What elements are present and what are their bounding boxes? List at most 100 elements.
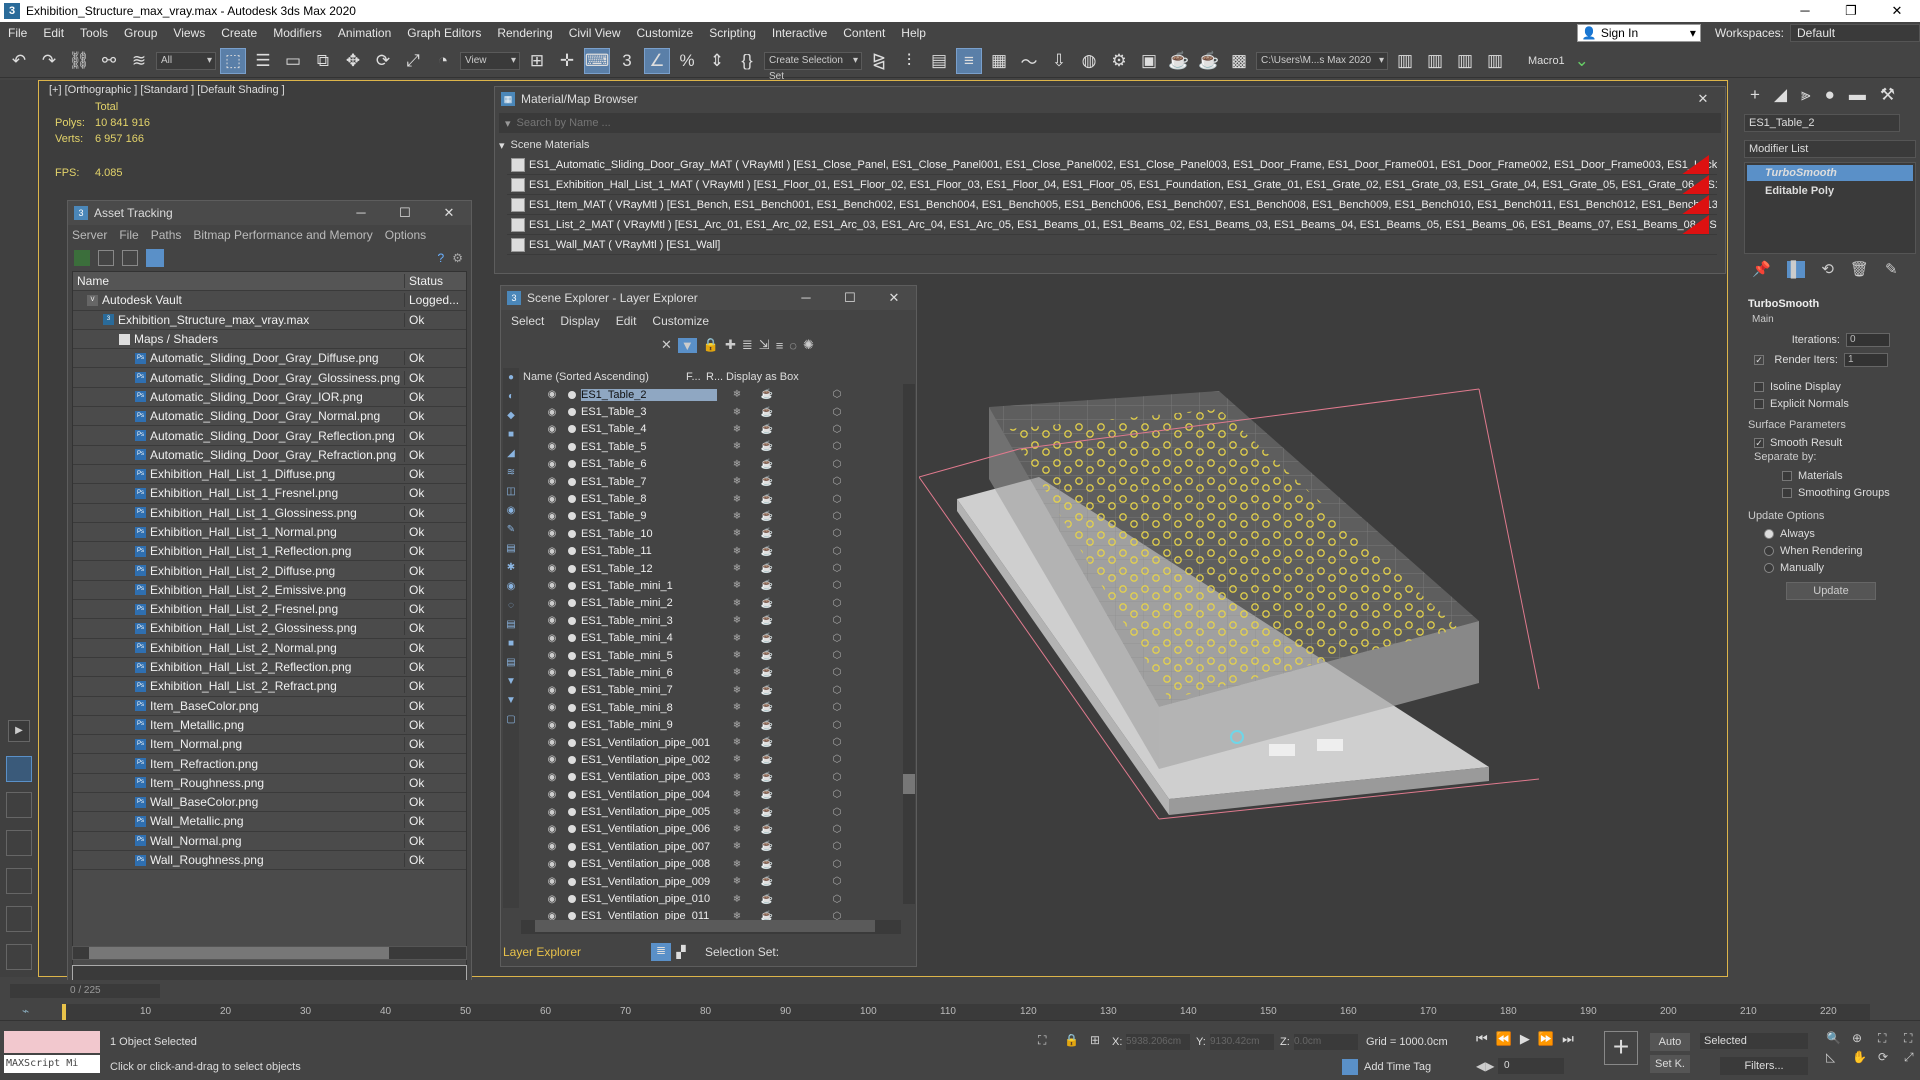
layer-row[interactable]: ◉ ES1_Table_5 ❄ ☕ ⬡ bbox=[541, 438, 897, 455]
isolate-selection-icon[interactable]: ⛶ bbox=[1038, 1033, 1046, 1048]
current-frame-field[interactable]: 0 bbox=[1498, 1058, 1564, 1074]
toggle-scene-explorer-icon[interactable]: ▤ bbox=[926, 48, 952, 74]
scene-explorer-window[interactable]: 3 Scene Explorer - Layer Explorer ─ ☐ ✕ … bbox=[500, 285, 917, 967]
render-teapot-icon[interactable]: ☕ bbox=[757, 789, 777, 800]
object-name-field[interactable]: ES1_Table_2 bbox=[1744, 114, 1900, 132]
play-icon[interactable]: ▶ bbox=[1520, 1031, 1530, 1047]
modifier-turbosmooth[interactable]: TurboSmooth bbox=[1747, 165, 1913, 181]
layer-row[interactable]: ◉ ES1_Ventilation_pipe_008 ❄ ☕ ⬡ bbox=[541, 856, 897, 873]
display-as-box-icon[interactable]: ⬡ bbox=[777, 389, 897, 400]
reference-coord-dropdown[interactable]: View bbox=[460, 51, 520, 70]
close-icon[interactable]: ✕ bbox=[1874, 3, 1920, 19]
lock-icon[interactable]: 🔒 bbox=[703, 337, 719, 353]
table-row[interactable]: Ps Exhibition_Hall_List_2_Glossiness.png O… bbox=[73, 619, 466, 639]
table-row[interactable]: Ps Automatic_Sliding_Door_Gray_Refraction… bbox=[73, 446, 466, 465]
curve-editor-icon[interactable]: 〜 bbox=[1016, 48, 1042, 74]
render-teapot-icon[interactable]: ☕ bbox=[757, 459, 777, 470]
layer-row[interactable]: ◉ ES1_Ventilation_pipe_001 ❄ ☕ ⬡ bbox=[541, 734, 897, 751]
visibility-eye-icon[interactable]: ◉ bbox=[541, 789, 563, 800]
display-as-box-icon[interactable]: ⬡ bbox=[777, 737, 897, 748]
display-as-box-icon[interactable]: ⬡ bbox=[777, 667, 897, 678]
visibility-eye-icon[interactable]: ◉ bbox=[541, 737, 563, 748]
visibility-eye-icon[interactable]: ◉ bbox=[541, 580, 563, 591]
table-row[interactable]: Ps Item_Normal.png Ok bbox=[73, 735, 466, 755]
menu-file[interactable]: File bbox=[0, 26, 35, 40]
display-as-box-icon[interactable]: ⬡ bbox=[777, 615, 897, 626]
rotate-icon[interactable]: ⟳ bbox=[370, 48, 396, 74]
at-menu-file[interactable]: File bbox=[119, 228, 138, 242]
table-row[interactable]: Ps Wall_BaseColor.png Ok bbox=[73, 793, 466, 813]
table-row[interactable]: Ps Exhibition_Hall_List_2_Emissive.png Ok bbox=[73, 581, 466, 601]
orbit-icon[interactable]: ⟳ bbox=[1878, 1050, 1900, 1065]
asset-tracking-window[interactable]: 3 Asset Tracking ─ ☐ ✕ Server File Paths… bbox=[67, 200, 472, 990]
visibility-eye-icon[interactable]: ◉ bbox=[541, 407, 563, 418]
display-as-box-icon[interactable]: ⬡ bbox=[777, 511, 897, 522]
maximize-viewport-icon[interactable]: ⤢ bbox=[1904, 1050, 1920, 1065]
col-name-header[interactable]: Name bbox=[73, 274, 404, 288]
freeze-icon[interactable]: ❄ bbox=[717, 737, 757, 748]
table-row[interactable]: Ps Exhibition_Hall_List_2_Fresnel.png Ok bbox=[73, 600, 466, 620]
freeze-icon[interactable]: ❄ bbox=[717, 441, 757, 452]
table-row[interactable]: Ps Exhibition_Hall_List_2_Reflection.png O… bbox=[73, 658, 466, 678]
render-teapot-icon[interactable]: ☕ bbox=[757, 441, 777, 452]
explicit-normals-checkbox[interactable]: Explicit Normals bbox=[1748, 395, 1920, 412]
link-icon[interactable]: ⛓ bbox=[66, 48, 92, 74]
menu-help[interactable]: Help bbox=[893, 26, 934, 40]
scene-explorer-titlebar[interactable]: 3 Scene Explorer - Layer Explorer ─ ☐ ✕ bbox=[501, 286, 916, 310]
render-teapot-icon[interactable]: ☕ bbox=[757, 476, 777, 487]
menu-tools[interactable]: Tools bbox=[72, 26, 116, 40]
menu-interactive[interactable]: Interactive bbox=[764, 26, 835, 40]
vault-icon[interactable] bbox=[74, 250, 90, 266]
display-as-box-icon[interactable]: ⬡ bbox=[777, 407, 897, 418]
expand-chevron-icon[interactable]: ⌄ bbox=[1569, 48, 1595, 74]
layer-row[interactable]: ◉ ES1_Ventilation_pipe_003 ❄ ☕ ⬡ bbox=[541, 769, 897, 786]
freeze-icon[interactable]: ❄ bbox=[717, 720, 757, 731]
restore-icon[interactable]: ❐ bbox=[1828, 3, 1874, 19]
col-display-as-box[interactable]: Display as Box bbox=[726, 371, 799, 383]
layer-row[interactable]: ◉ ES1_Table_mini_4 ❄ ☕ ⬡ bbox=[541, 629, 897, 646]
zoom-extents-icon[interactable]: ⛶ bbox=[1878, 1031, 1900, 1046]
render-teapot-icon[interactable]: ☕ bbox=[757, 615, 777, 626]
freeze-icon[interactable]: ❄ bbox=[717, 807, 757, 818]
next-frame-icon[interactable]: ⏩ bbox=[1538, 1031, 1554, 1047]
table-row[interactable]: Ps Automatic_Sliding_Door_Gray_Reflection… bbox=[73, 426, 466, 446]
render-teapot-icon[interactable]: ☕ bbox=[757, 667, 777, 678]
open-folder-icon[interactable]: ▥ bbox=[1422, 48, 1448, 74]
render-teapot-icon[interactable]: ☕ bbox=[757, 702, 777, 713]
render-iters-spinner[interactable]: 1 bbox=[1844, 353, 1888, 367]
material-map-browser-window[interactable]: ▦ Material/Map Browser ✕ ▾ ▾ Scene Mater… bbox=[494, 86, 1726, 274]
render-teapot-icon[interactable]: ☕ bbox=[757, 407, 777, 418]
help-icon[interactable]: ? bbox=[438, 251, 445, 265]
menu-edit[interactable]: Edit bbox=[35, 26, 72, 40]
maxscript-mini-listener[interactable]: MAXScript Mi bbox=[4, 1055, 100, 1073]
layer-mode-icon[interactable]: ≣ bbox=[651, 943, 671, 961]
menu-graph-editors[interactable]: Graph Editors bbox=[399, 26, 489, 40]
freeze-icon[interactable]: ❄ bbox=[717, 650, 757, 661]
freeze-icon[interactable]: ❄ bbox=[717, 824, 757, 835]
layer-row[interactable]: ◉ ES1_Table_12 ❄ ☕ ⬡ bbox=[541, 560, 897, 577]
set-key-icon[interactable]: + bbox=[1604, 1031, 1638, 1065]
menu-content[interactable]: Content bbox=[835, 26, 893, 40]
visibility-eye-icon[interactable]: ◉ bbox=[541, 720, 563, 731]
time-slider[interactable]: 0 / 225 bbox=[10, 984, 160, 998]
col-render[interactable]: R... bbox=[706, 371, 726, 383]
time-tag-icon[interactable] bbox=[1342, 1059, 1358, 1075]
at-menu-paths[interactable]: Paths bbox=[151, 228, 182, 242]
layer-row[interactable]: ◉ ES1_Ventilation_pipe_007 ❄ ☕ ⬡ bbox=[541, 838, 897, 855]
save-folder-icon[interactable]: ▥ bbox=[1452, 48, 1478, 74]
key-filter-dropdown[interactable]: Selected bbox=[1700, 1033, 1808, 1049]
hierarchy-mode-icon[interactable]: ▞ bbox=[671, 945, 691, 959]
render-teapot-icon[interactable]: ☕ bbox=[757, 580, 777, 591]
layout-four-icon[interactable] bbox=[6, 906, 32, 932]
show-end-result-icon[interactable]: ▌ bbox=[1786, 260, 1806, 278]
render-teapot-icon[interactable]: ☕ bbox=[757, 754, 777, 765]
visibility-eye-icon[interactable]: ◉ bbox=[541, 424, 563, 435]
freeze-icon[interactable]: ❄ bbox=[717, 528, 757, 539]
filter-icon[interactable]: ▼ bbox=[677, 337, 697, 353]
utilities-tab-icon[interactable]: ⚒ bbox=[1880, 85, 1895, 105]
maxscript-listener[interactable] bbox=[4, 1031, 100, 1053]
placement-icon[interactable]: ◔ bbox=[430, 48, 456, 74]
render-teapot-icon[interactable]: ☕ bbox=[757, 859, 777, 870]
display-as-box-icon[interactable]: ⬡ bbox=[777, 876, 897, 887]
update-button[interactable]: Update bbox=[1786, 582, 1876, 600]
